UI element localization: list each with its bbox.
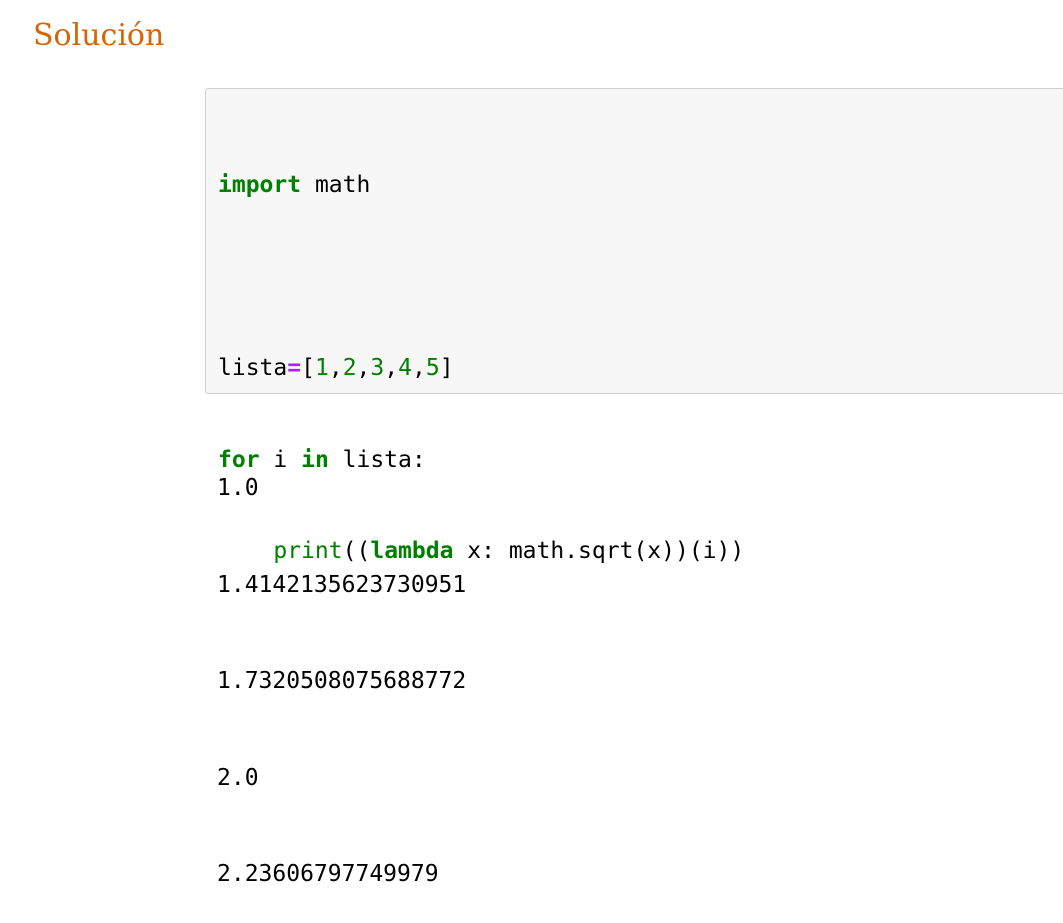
output-line: 1.4142135623730951 xyxy=(217,571,467,598)
section-heading: Solución xyxy=(33,18,165,53)
number-literal: 5 xyxy=(425,355,440,381)
output-line: 1.7320508075688772 xyxy=(217,668,467,694)
variable-name: lista xyxy=(218,355,288,381)
comma: , xyxy=(384,355,399,381)
output-line: 1.0 xyxy=(217,475,259,501)
output-line: 2.23606797749979 xyxy=(217,861,439,887)
output-line: 2.0 xyxy=(217,764,259,791)
bracket-close: ] xyxy=(439,355,454,381)
comma: , xyxy=(328,355,343,381)
comma: , xyxy=(411,355,426,381)
cell-output: 1.0 1.4142135623730951 1.732050807568877… xyxy=(217,410,466,923)
operator-assign: = xyxy=(287,355,302,381)
number-literal: 3 xyxy=(370,355,385,381)
number-literal: 2 xyxy=(342,355,357,381)
comma: , xyxy=(356,355,371,381)
code-line-3: lista=[1,2,3,4,5] xyxy=(218,353,744,384)
number-literal: 4 xyxy=(398,355,412,381)
bracket-open: [ xyxy=(301,355,315,381)
code-cell-input[interactable]: import math lista=[1,2,3,4,5] for i in l… xyxy=(205,88,1063,564)
code-line-1: import math xyxy=(218,170,744,201)
code-text: x: math.sqrt(x))(i)) xyxy=(453,538,745,564)
keyword-import: import xyxy=(218,172,302,198)
number-literal: 1 xyxy=(314,355,329,381)
code-text: math xyxy=(301,172,371,198)
